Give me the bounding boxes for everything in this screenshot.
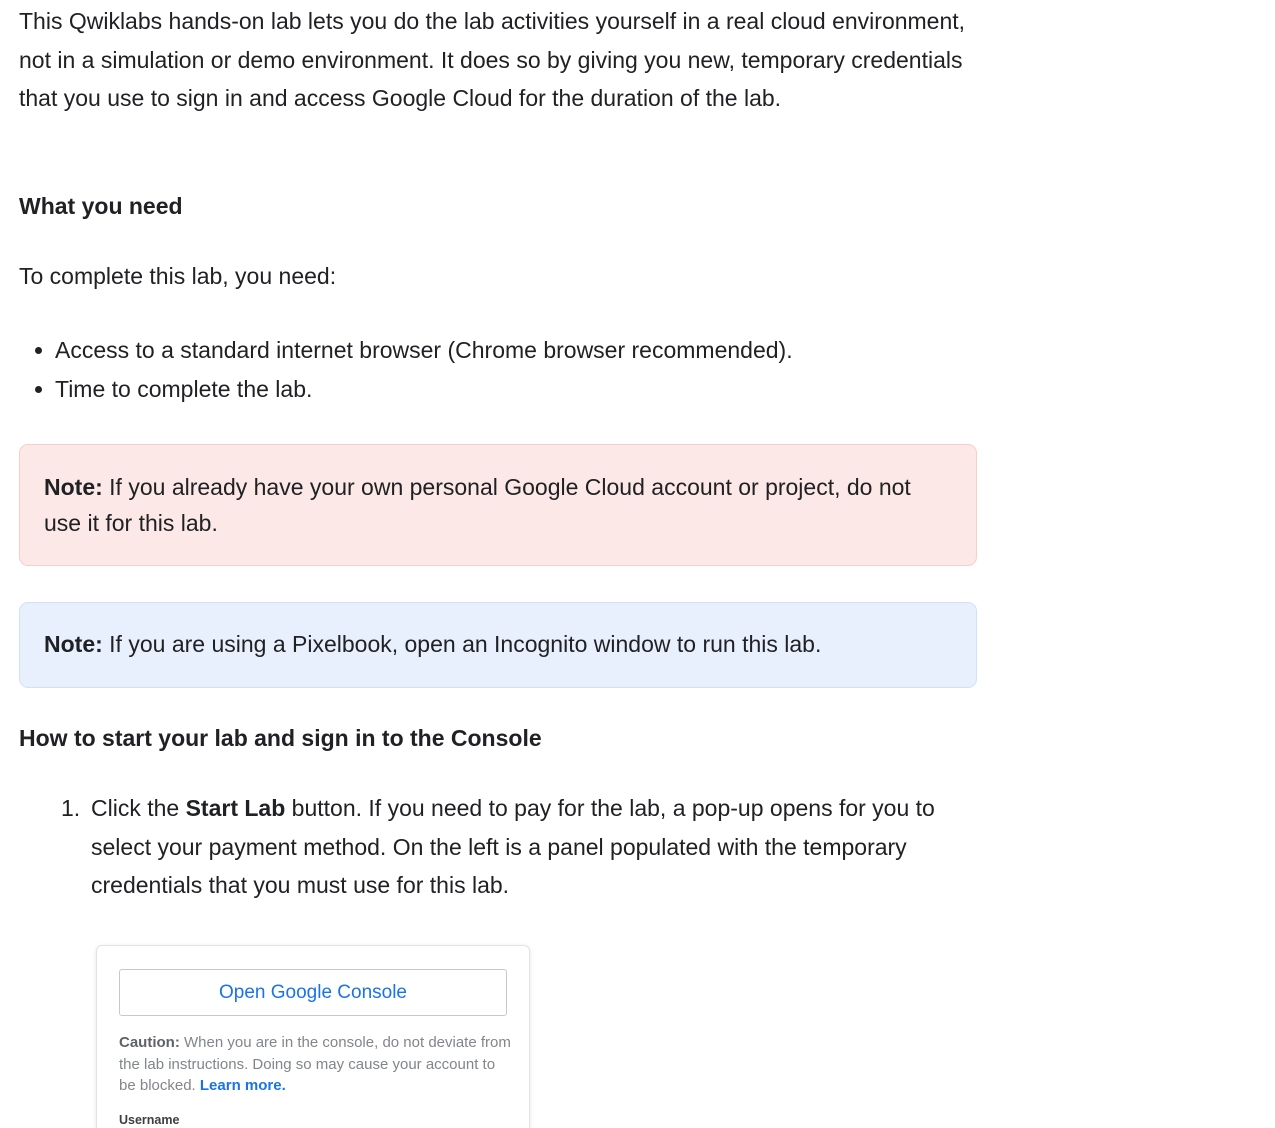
bullet-icon — [35, 347, 42, 354]
credentials-panel-screenshot: Open Google Console Caution: When you ar… — [96, 945, 530, 1128]
note-label: Note: — [44, 631, 103, 657]
note-text: If you already have your own personal Go… — [44, 474, 911, 536]
start-lab-heading: How to start your lab and sign in to the… — [19, 725, 542, 751]
step-1: 1. Click the Start Lab button. If you ne… — [61, 789, 981, 905]
open-google-console-button[interactable]: Open Google Console — [119, 969, 507, 1016]
list-item: Access to a standard internet browser (C… — [19, 331, 793, 370]
step-text: Click the Start Lab button. If you need … — [91, 789, 981, 905]
bullet-icon — [35, 385, 42, 393]
caution-label: Caution: — [119, 1034, 180, 1051]
note-text: If you are using a Pixelbook, open an In… — [102, 631, 822, 657]
caution-message: Caution: When you are in the console, do… — [119, 1032, 511, 1097]
start-lab-reference: Start Lab — [185, 795, 286, 821]
what-you-need-heading: What you need — [19, 193, 183, 219]
list-item-text: Time to complete the lab. — [55, 375, 313, 402]
note-label: Note: — [44, 474, 103, 500]
requirements-list: Access to a standard internet browser (C… — [19, 331, 793, 408]
list-item: Time to complete the lab. — [19, 370, 793, 409]
intro-paragraph: This Qwiklabs hands-on lab lets you do t… — [19, 8, 966, 111]
username-label: Username — [119, 1113, 180, 1127]
step-text-pre: Click the — [91, 795, 186, 821]
what-you-need-text: To complete this lab, you need: — [19, 263, 337, 289]
note-pixelbook: Note: If you are using a Pixelbook, open… — [19, 602, 977, 688]
note-personal-account: Note: If you already have your own perso… — [19, 444, 977, 566]
list-item-text: Access to a standard internet browser (C… — [55, 337, 793, 363]
learn-more-link[interactable]: Learn more. — [200, 1077, 286, 1094]
step-number: 1. — [61, 795, 81, 821]
